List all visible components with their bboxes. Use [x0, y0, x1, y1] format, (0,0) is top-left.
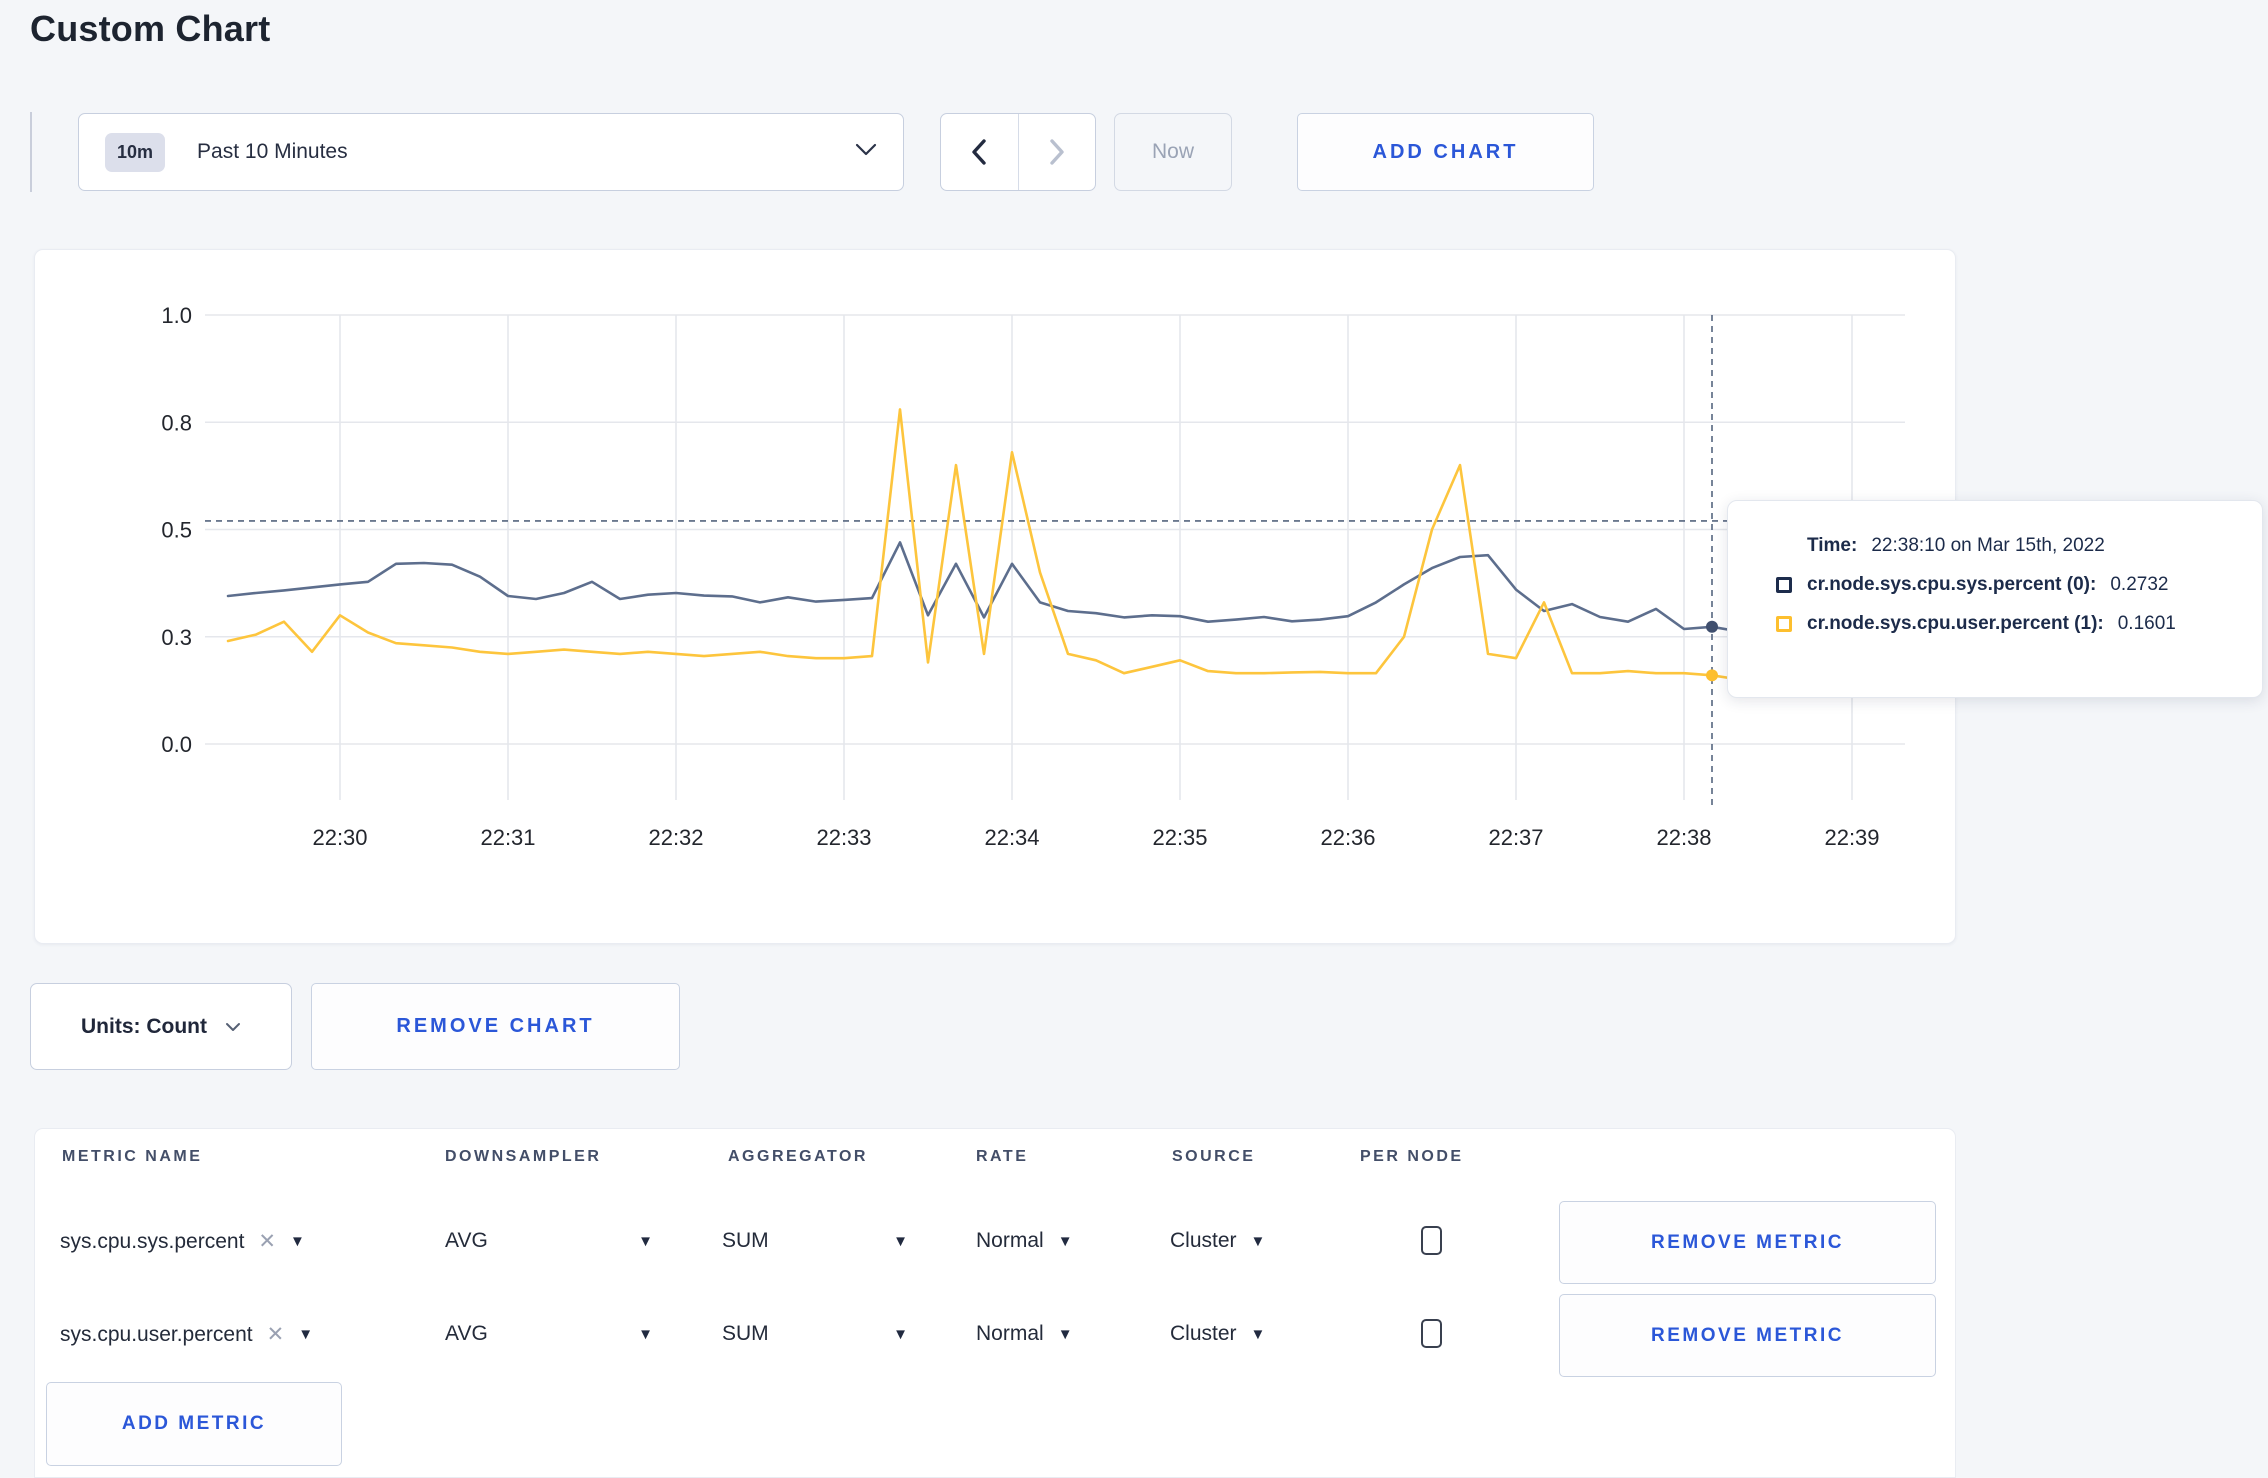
downsampler-value: AVG: [445, 1322, 488, 1345]
downsampler-select[interactable]: AVG ▼: [445, 1322, 653, 1346]
chevron-down-icon: [225, 1022, 240, 1031]
chevron-down-icon: ▼: [1250, 1325, 1266, 1343]
toolbar-divider: [30, 112, 32, 192]
hover-dot: [1706, 620, 1718, 633]
series-line: [226, 541, 1882, 633]
series-sys-swatch-icon: [1776, 577, 1792, 593]
tooltip-user-label: cr.node.sys.cpu.user.percent (1):: [1807, 613, 2104, 634]
page-title: Custom Chart: [30, 8, 271, 49]
time-range-dropdown[interactable]: 10m Past 10 Minutes: [78, 113, 904, 191]
metric-name-value: sys.cpu.sys.percent: [60, 1229, 245, 1253]
downsampler-select[interactable]: AVG ▼: [445, 1229, 653, 1253]
chevron-down-icon: ▼: [638, 1325, 653, 1343]
units-dropdown[interactable]: Units: Count: [30, 983, 292, 1070]
chevron-down-icon: [855, 143, 877, 161]
tooltip-time-value: 22:38:10 on Mar 15th, 2022: [1871, 535, 2105, 556]
x-tick-label: 22:30: [312, 825, 367, 850]
time-range-badge: 10m: [105, 132, 166, 172]
downsampler-value: AVG: [445, 1229, 488, 1252]
source-value: Cluster: [1170, 1322, 1237, 1345]
chevron-down-icon: ▼: [1250, 1232, 1266, 1250]
x-tick-label: 22:32: [648, 825, 703, 850]
col-header-source: SOURCE: [1172, 1148, 1256, 1165]
series-line: [226, 408, 1882, 684]
col-header-metric-name: METRIC NAME: [62, 1148, 203, 1165]
source-select[interactable]: Cluster ▼: [1170, 1229, 1265, 1253]
chevron-down-icon: ▼: [1057, 1232, 1073, 1250]
aggregator-value: SUM: [722, 1229, 769, 1252]
units-label: Units: Count: [81, 1014, 207, 1038]
time-nav-group: [940, 113, 1096, 191]
x-tick-label: 22:31: [480, 825, 535, 850]
time-range-label: Past 10 Minutes: [197, 140, 348, 163]
chevron-down-icon: ▼: [893, 1232, 908, 1250]
prev-time-button[interactable]: [941, 114, 1018, 190]
rate-select[interactable]: Normal ▼: [976, 1229, 1073, 1253]
rate-value: Normal: [976, 1229, 1044, 1252]
remove-chart-button[interactable]: REMOVE CHART: [311, 983, 680, 1070]
chevron-down-icon: ▼: [638, 1232, 653, 1250]
rate-value: Normal: [976, 1322, 1044, 1345]
chevron-down-icon: ▼: [290, 1233, 305, 1250]
metric-name-select[interactable]: sys.cpu.sys.percent ✕ ▼: [60, 1229, 305, 1254]
aggregator-select[interactable]: SUM ▼: [722, 1229, 908, 1253]
metric-name-value: sys.cpu.user.percent: [60, 1322, 253, 1346]
aggregator-select[interactable]: SUM ▼: [722, 1322, 908, 1346]
col-header-rate: RATE: [976, 1148, 1029, 1165]
chevron-down-icon: ▼: [298, 1326, 314, 1343]
x-tick-label: 22:36: [1320, 825, 1375, 850]
x-tick-label: 22:39: [1824, 825, 1879, 850]
y-tick-label: 0.8: [161, 410, 192, 435]
y-tick-label: 0.0: [161, 732, 192, 757]
series-user-swatch-icon: [1776, 616, 1792, 632]
next-time-button[interactable]: [1017, 114, 1096, 190]
tooltip-user-value: 0.1601: [2117, 613, 2176, 634]
tooltip-sys-value: 0.2732: [2110, 574, 2169, 595]
timeseries-chart[interactable]: 0.0 0.3 0.5 0.8 1.0 22:30 22:31 22:32 22:33 22:34…: [34, 249, 1956, 944]
metric-name-select[interactable]: sys.cpu.user.percent ✕ ▼: [60, 1322, 313, 1347]
x-tick-label: 22:38: [1656, 825, 1711, 850]
hover-dot: [1706, 669, 1718, 682]
col-header-aggregator: AGGREGATOR: [728, 1148, 868, 1165]
remove-metric-button[interactable]: REMOVE METRIC: [1559, 1294, 1936, 1377]
y-tick-label: 0.3: [161, 625, 192, 650]
source-value: Cluster: [1170, 1229, 1237, 1252]
col-header-per-node: PER NODE: [1360, 1148, 1464, 1165]
add-metric-button[interactable]: ADD METRIC: [46, 1382, 342, 1466]
x-tick-label: 22:35: [1152, 825, 1207, 850]
rate-select[interactable]: Normal ▼: [976, 1322, 1073, 1346]
x-tick-label: 22:34: [984, 825, 1039, 850]
y-tick-label: 1.0: [161, 303, 192, 328]
source-select[interactable]: Cluster ▼: [1170, 1322, 1265, 1346]
col-header-downsampler: DOWNSAMPLER: [445, 1148, 602, 1165]
clear-metric-icon[interactable]: ✕: [267, 1322, 285, 1347]
x-tick-label: 22:33: [816, 825, 871, 850]
y-tick-label: 0.5: [161, 518, 192, 543]
chart-tooltip: Time: 22:38:10 on Mar 15th, 2022 cr.node…: [1727, 500, 2263, 698]
aggregator-value: SUM: [722, 1322, 769, 1345]
chevron-down-icon: ▼: [1057, 1325, 1073, 1343]
now-button[interactable]: Now: [1114, 113, 1232, 191]
per-node-checkbox[interactable]: [1421, 1319, 1442, 1348]
tooltip-time-label: Time:: [1807, 535, 1858, 556]
remove-metric-button[interactable]: REMOVE METRIC: [1559, 1201, 1936, 1284]
per-node-checkbox[interactable]: [1421, 1226, 1442, 1255]
add-chart-button[interactable]: ADD CHART: [1297, 113, 1594, 191]
clear-metric-icon[interactable]: ✕: [258, 1229, 276, 1254]
tooltip-sys-label: cr.node.sys.cpu.sys.percent (0):: [1807, 574, 2097, 595]
x-tick-label: 22:37: [1488, 825, 1543, 850]
chevron-down-icon: ▼: [893, 1325, 908, 1343]
